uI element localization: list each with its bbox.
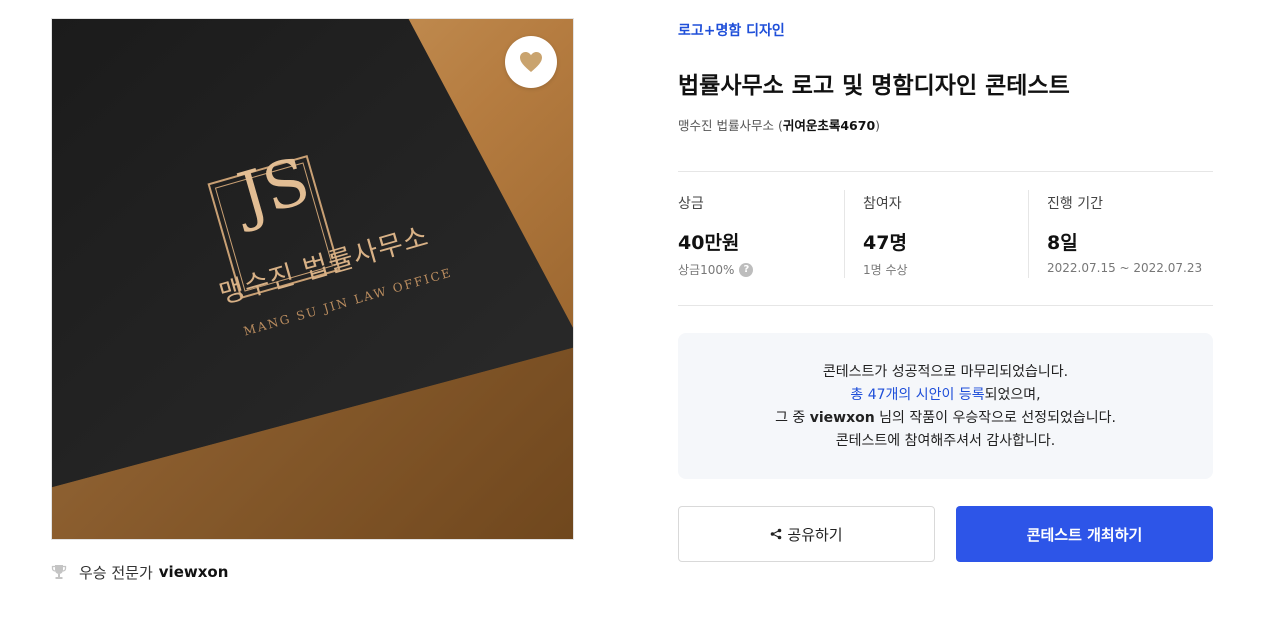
divider [1028,190,1029,278]
divider [844,190,845,278]
stat-value: 8일 [1047,232,1078,254]
heart-icon [520,52,542,72]
winning-expert: 우승 전문가 viewxon [51,561,228,583]
host-contest-button[interactable]: 콘테스트 개최하기 [956,506,1213,562]
share-button[interactable]: 공유하기 [678,506,935,562]
law-office-logo: JS 맹수진 법률사무소 MANG SU JIN LAW OFFICE [52,19,573,539]
stat-sub: 1명 수상 [863,263,908,277]
stat-label: 진행 기간 [1047,196,1103,212]
stat-value: 47명 [863,232,907,254]
host-contest-label: 콘테스트 개최하기 [1026,525,1143,544]
contest-holder: 맹수진 법률사무소 (귀여운초록4670) [678,118,881,133]
holder-id: 귀여운초록4670 [782,118,876,133]
like-button[interactable] [505,36,557,88]
help-icon[interactable]: ? [739,262,754,277]
winner-name: viewxon [809,410,875,426]
trophy-icon [51,565,67,579]
notice-line: 콘테스트에 참여해주셔서 감사합니다. [835,433,1056,449]
notice-line: 그 중 viewxon 님의 작품이 우승작으로 선정되었습니다. [775,410,1116,426]
notice-line: 총 47개의 시안이 등록되었으며, [850,387,1041,403]
share-icon [771,528,782,540]
contest-stats: 상금 40만원 상금100% ? 참여자 47명 1명 수상 진행 기간 8일 … [678,190,1213,280]
stat-sub: 2022.07.15 ~ 2022.07.23 [1047,261,1203,275]
share-label: 공유하기 [787,525,843,544]
notice-line: 콘테스트가 성공적으로 마무리되었습니다. [822,364,1069,380]
holder-name: 맹수진 법률사무소 [678,118,774,133]
divider [678,171,1213,172]
stat-label: 참여자 [863,196,902,212]
expert-label: 우승 전문가 [79,563,153,582]
contest-result-notice: 콘테스트가 성공적으로 마무리되었습니다. 총 47개의 시안이 등록되었으며,… [678,333,1213,479]
stat-sub: 상금100% ? [678,261,754,278]
stat-value: 40만원 [678,232,740,254]
submissions-link[interactable]: 총 47개의 시안이 등록 [850,387,984,403]
contest-winner-image[interactable]: JS 맹수진 법률사무소 MANG SU JIN LAW OFFICE [51,18,574,540]
contest-category[interactable]: 로고+명함 디자인 [678,20,785,40]
expert-name[interactable]: viewxon [159,563,229,581]
divider [678,305,1213,306]
contest-title: 법률사무소 로고 및 명함디자인 콘테스트 [678,73,1070,99]
stat-label: 상금 [678,196,704,212]
